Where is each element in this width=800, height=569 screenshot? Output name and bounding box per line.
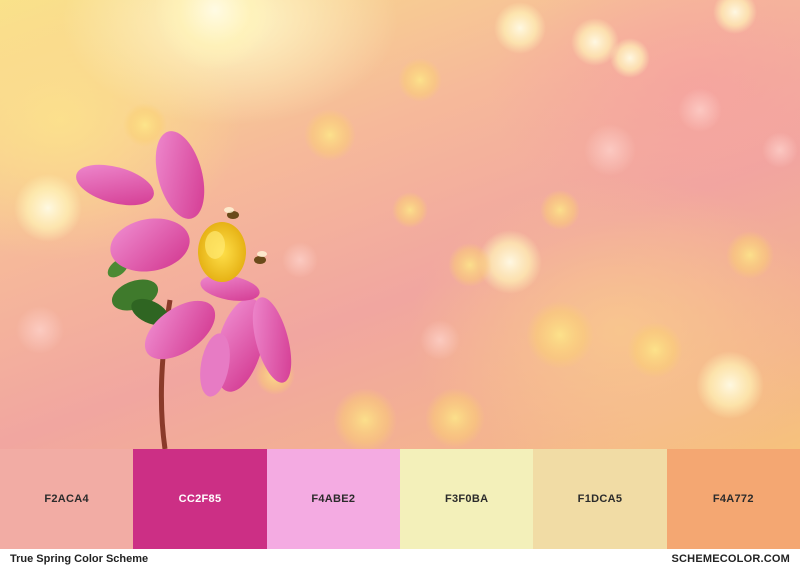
brand-link[interactable]: SCHEMECOLOR.COM — [672, 553, 791, 565]
scheme-title: True Spring Color Scheme — [10, 553, 149, 565]
swatch-2[interactable]: CC2F85 — [133, 449, 267, 549]
swatch-code: F4ABE2 — [311, 493, 356, 505]
swatch-code: F4A772 — [712, 493, 754, 505]
swatch-code: F3F0BA — [444, 493, 489, 505]
swatch-6[interactable]: F4A772 — [666, 449, 800, 549]
color-palette: F2ACA4 CC2F85 F4ABE2 F3F0BA F1DCA5 F4A77… — [0, 449, 800, 549]
swatch-code: F1DCA5 — [577, 493, 623, 505]
swatch-3[interactable]: F4ABE2 — [266, 449, 400, 549]
swatch-code: CC2F85 — [178, 493, 222, 505]
swatch-1[interactable]: F2ACA4 — [0, 449, 134, 549]
swatch-code: F2ACA4 — [44, 493, 89, 505]
footer: True Spring Color Scheme SCHEMECOLOR.COM — [0, 549, 800, 569]
flower-bokeh-photo — [0, 0, 800, 449]
color-scheme-card: F2ACA4 CC2F85 F4ABE2 F3F0BA F1DCA5 F4A77… — [0, 0, 800, 569]
swatch-4[interactable]: F3F0BA — [399, 449, 534, 549]
swatch-5[interactable]: F1DCA5 — [533, 449, 667, 549]
flower-illustration — [14, 0, 798, 449]
